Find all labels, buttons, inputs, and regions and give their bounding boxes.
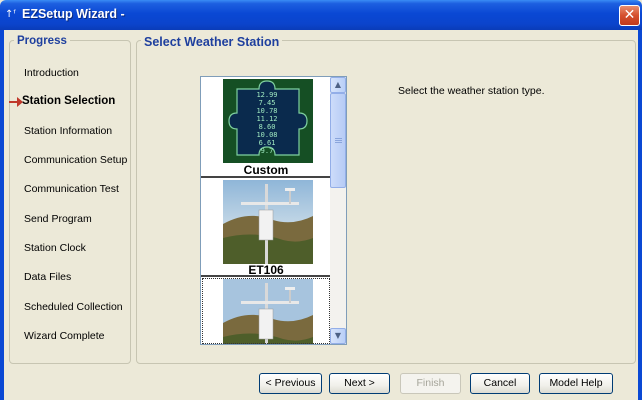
puzzle-number: 9.7 xyxy=(261,147,274,155)
scroll-down-button[interactable]: ▼ xyxy=(330,328,346,344)
puzzle-number: 12.99 xyxy=(256,91,277,99)
progress-step-station-clock: Station Clock xyxy=(24,242,86,254)
grip-line xyxy=(335,138,342,139)
model-help-button[interactable]: Model Help xyxy=(539,373,613,394)
next-button[interactable]: Next > xyxy=(329,373,390,394)
progress-step-wizard-complete: Wizard Complete xyxy=(24,330,105,342)
progress-panel xyxy=(9,40,131,364)
scroll-up-button[interactable]: ▲ xyxy=(330,77,346,93)
progress-heading: Progress xyxy=(14,35,70,47)
progress-step-send-program: Send Program xyxy=(24,213,92,225)
progress-step-station-information: Station Information xyxy=(24,125,113,137)
finish-button[interactable]: Finish xyxy=(400,373,461,394)
station-item-et106[interactable]: ET106 xyxy=(201,178,331,277)
progress-step-data-files: Data Files xyxy=(24,271,72,283)
previous-button[interactable]: < Previous xyxy=(259,373,322,394)
puzzle-piece-icon: 12.99 7.45 10.78 11.12 8.60 10.08 6.61 9… xyxy=(223,79,313,163)
window-frame-left xyxy=(0,30,4,400)
puzzle-number: 10.78 xyxy=(256,107,277,115)
close-icon: ✕ xyxy=(623,7,636,23)
cancel-button[interactable]: Cancel xyxy=(470,373,530,394)
progress-step-communication-setup: Communication Setup xyxy=(24,154,128,166)
station-item-custom[interactable]: 12.99 7.45 10.78 11.12 8.60 10.08 6.61 9… xyxy=(201,77,331,177)
page-title: Select Weather Station xyxy=(141,35,283,49)
window-frame-right xyxy=(638,30,642,400)
puzzle-number: 8.60 xyxy=(259,123,276,131)
puzzle-number: 6.61 xyxy=(259,139,276,147)
grip-line xyxy=(335,142,342,143)
current-step-arrow-icon xyxy=(9,97,23,107)
progress-step-communication-test: Communication Test xyxy=(24,183,119,195)
title-bar: ↑ᶠ EZSetup Wizard - ✕ xyxy=(0,0,642,30)
puzzle-number: 7.45 xyxy=(259,99,276,107)
weather-station-photo xyxy=(223,180,313,264)
instruction-text: Select the weather station type. xyxy=(398,85,545,97)
chevron-down-icon: ▼ xyxy=(334,331,342,340)
puzzle-number: 11.12 xyxy=(256,115,277,123)
grip-line xyxy=(335,140,342,141)
focus-rectangle xyxy=(202,278,330,344)
station-label-custom: Custom xyxy=(243,163,289,177)
puzzle-number: 10.08 xyxy=(256,131,277,139)
listbox-scrollbar[interactable]: ▲ ▼ xyxy=(330,77,346,344)
scroll-thumb[interactable] xyxy=(330,93,346,188)
progress-step-station-selection: Station Selection xyxy=(22,95,116,107)
station-listbox[interactable]: 12.99 7.45 10.78 11.12 8.60 10.08 6.61 9… xyxy=(200,76,347,345)
window-title: EZSetup Wizard - xyxy=(22,7,125,21)
app-icon: ↑ᶠ xyxy=(5,9,17,20)
progress-step-introduction: Introduction xyxy=(24,67,79,79)
progress-step-scheduled-collection: Scheduled Collection xyxy=(24,301,123,313)
chevron-up-icon: ▲ xyxy=(334,80,342,89)
close-button[interactable]: ✕ xyxy=(619,5,640,26)
